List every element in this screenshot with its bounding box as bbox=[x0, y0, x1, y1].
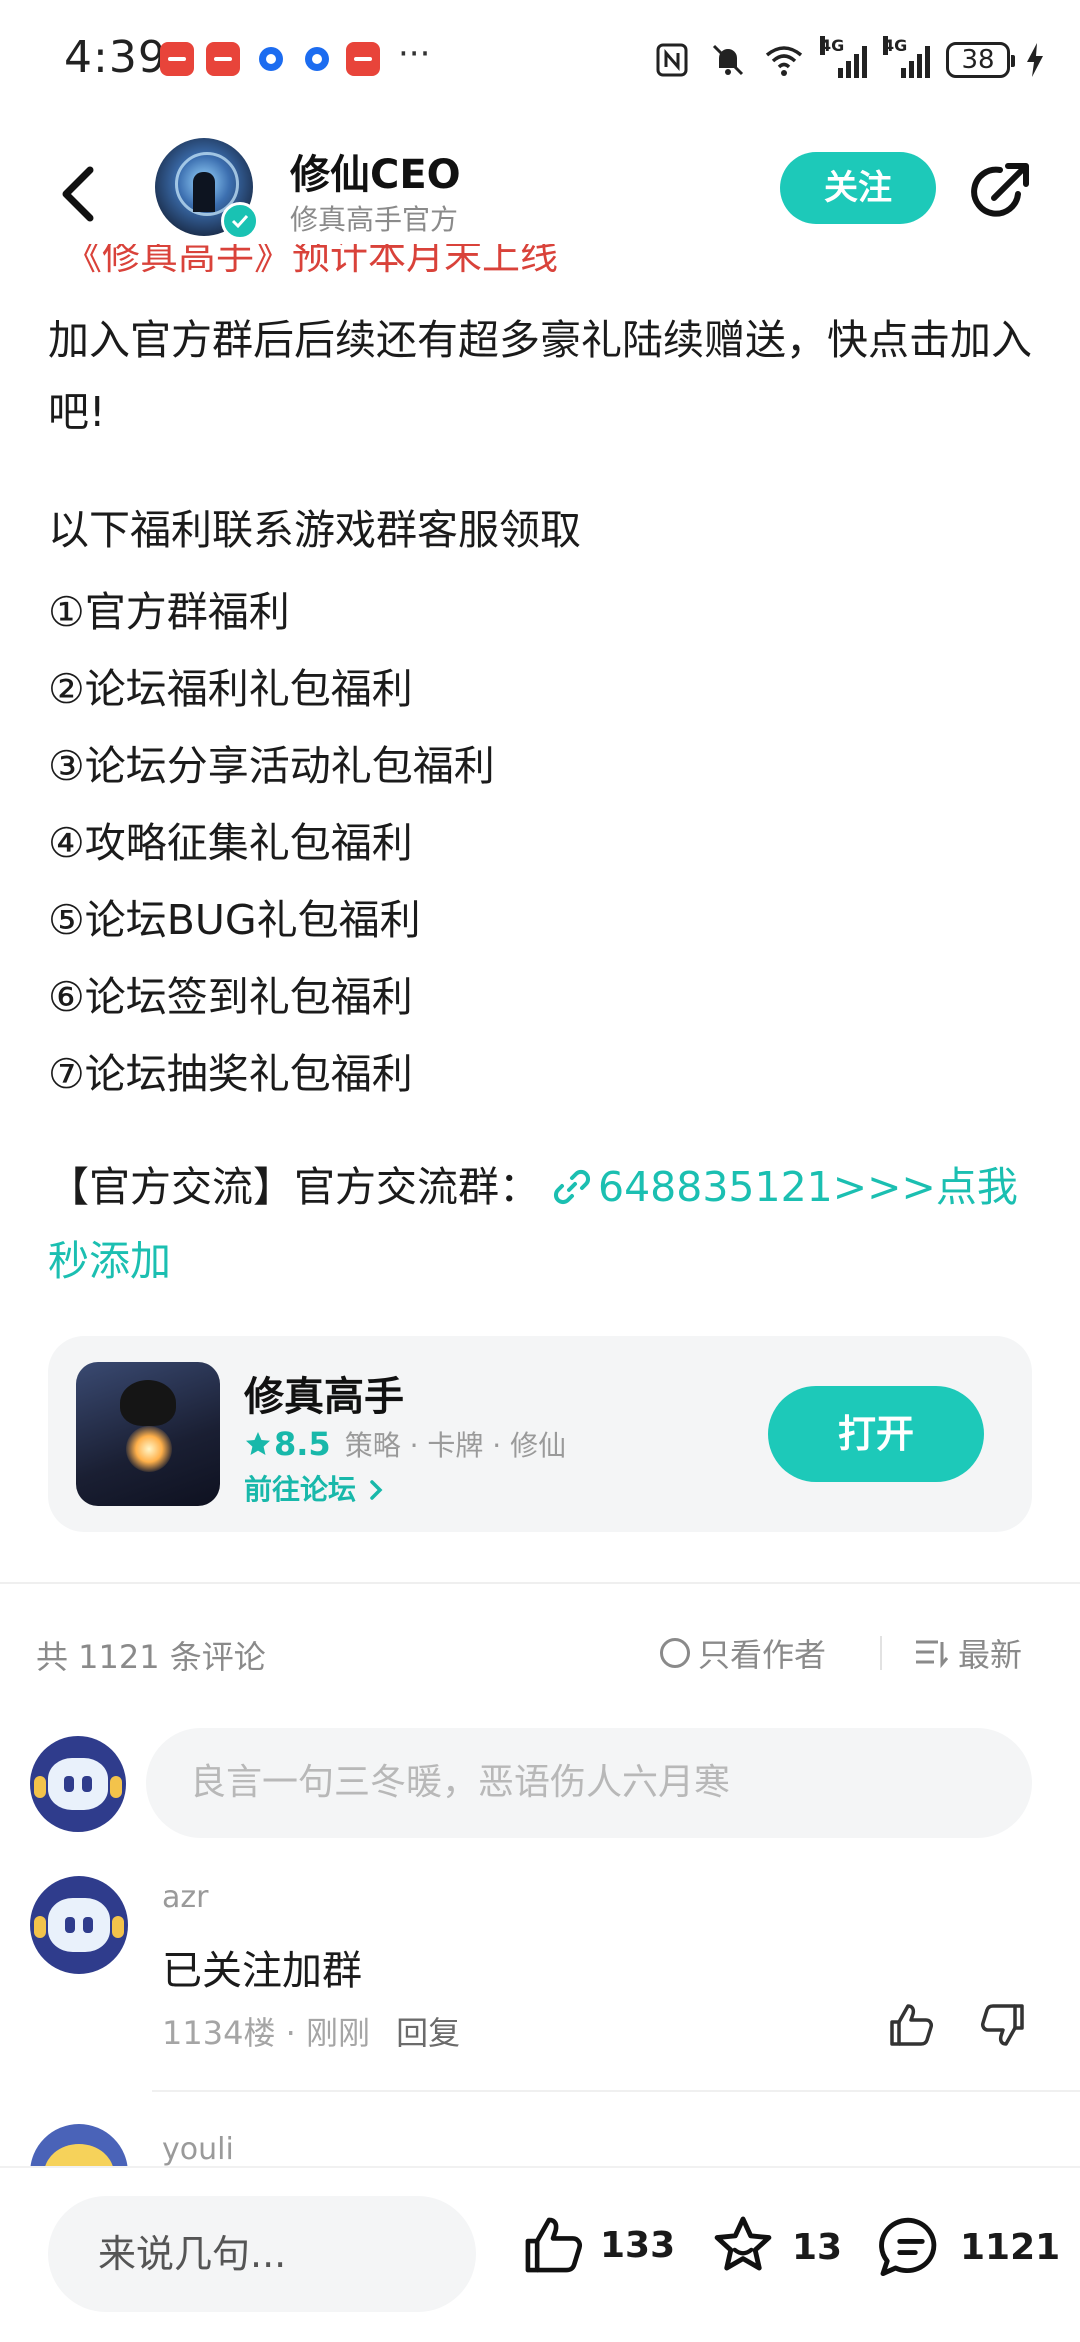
benefit-item: ④攻略征集礼包福利 bbox=[48, 819, 413, 867]
chevron-right-icon bbox=[370, 1480, 383, 1500]
benefit-item: ⑤论坛BUG礼包福利 bbox=[48, 896, 421, 944]
benefit-item: ①官方群福利 bbox=[48, 588, 290, 636]
author-only-label: 只看作者 bbox=[698, 1636, 827, 1674]
battery-icon: 38 bbox=[946, 42, 1015, 78]
benefit-item: ③论坛分享活动礼包福利 bbox=[48, 742, 495, 790]
favorite-button[interactable]: 13 bbox=[708, 2212, 842, 2282]
verified-badge-icon bbox=[221, 202, 259, 240]
commenter-name[interactable]: youli bbox=[162, 2132, 234, 2167]
sort-dropdown[interactable]: 最新 bbox=[914, 1630, 1022, 1676]
contact-paragraph: 【官方交流】官方交流群： 648835121>>>点我秒添加 bbox=[48, 1150, 1038, 1298]
comment-meta: 1134楼 · 刚刚 回复 bbox=[162, 2008, 460, 2054]
status-bar: 4:39 ··· 4G 4G 38 bbox=[0, 0, 1080, 120]
filter-divider bbox=[880, 1636, 882, 1670]
like-button[interactable]: 133 bbox=[520, 2212, 675, 2278]
thumbs-up-icon bbox=[525, 2217, 583, 2273]
forum-link-label: 前往论坛 bbox=[244, 1473, 357, 1506]
highlight-text: 《修真高手》预计本月末上线 bbox=[64, 244, 559, 278]
cellular-signal-icon: 4G bbox=[883, 36, 930, 78]
app-notification-icon bbox=[254, 42, 288, 76]
game-tags: 策略 · 卡牌 · 修仙 bbox=[344, 1429, 567, 1462]
rating-value: 8.5 bbox=[274, 1425, 331, 1463]
charging-bolt-icon bbox=[1027, 43, 1043, 77]
like-count: 133 bbox=[600, 2224, 676, 2266]
huawei-store-notification-icon bbox=[160, 42, 194, 76]
open-game-button[interactable]: 打开 bbox=[768, 1386, 984, 1482]
article-paragraph: 以下福利联系游戏群客服领取 bbox=[48, 506, 581, 554]
share-icon[interactable] bbox=[968, 158, 1034, 224]
game-rating: 8.5 bbox=[244, 1425, 331, 1463]
app-notification-icon bbox=[300, 42, 334, 76]
go-to-forum-link[interactable]: 前往论坛 bbox=[244, 1468, 386, 1508]
sort-label: 最新 bbox=[958, 1636, 1023, 1674]
benefit-item: ②论坛福利礼包福利 bbox=[48, 665, 413, 713]
game-meta: 8.5 策略 · 卡牌 · 修仙 bbox=[244, 1424, 566, 1464]
radio-icon bbox=[660, 1638, 690, 1668]
mute-bell-icon bbox=[712, 44, 744, 76]
commenter-avatar[interactable] bbox=[30, 1876, 128, 1974]
commenter-name[interactable]: azr bbox=[162, 1880, 208, 1915]
comment-input[interactable]: 良言一句三冬暖，恶语伤人六月寒 bbox=[146, 1728, 1032, 1838]
star-icon bbox=[246, 1432, 270, 1455]
section-divider bbox=[0, 1582, 1080, 1584]
meta-dot: · bbox=[285, 2014, 306, 2052]
status-icons: 4G 4G 38 bbox=[652, 36, 1044, 84]
comment-count-badge: 1121 bbox=[960, 2226, 1061, 2268]
reply-button[interactable]: 回复 bbox=[396, 2014, 460, 2052]
star-icon bbox=[714, 2216, 772, 2271]
follow-button[interactable]: 关注 bbox=[780, 152, 936, 224]
game-card[interactable]: 修真高手 8.5 策略 · 卡牌 · 修仙 前往论坛 打开 bbox=[48, 1336, 1032, 1532]
benefit-item: ⑦论坛抽奖礼包福利 bbox=[48, 1050, 413, 1098]
sort-icon bbox=[916, 1640, 949, 1668]
quick-comment-input[interactable]: 来说几句... bbox=[48, 2196, 476, 2312]
author-only-toggle[interactable]: 只看作者 bbox=[660, 1630, 826, 1676]
benefit-item: ⑥论坛签到礼包福利 bbox=[48, 973, 413, 1021]
article-paragraph: 加入官方群后后续还有超多豪礼陆续赠送，快点击加入吧! bbox=[48, 316, 1032, 436]
wifi-icon bbox=[765, 46, 803, 76]
favorite-count: 13 bbox=[792, 2226, 843, 2268]
more-notifications-icon: ··· bbox=[398, 34, 431, 74]
game-icon bbox=[76, 1362, 220, 1506]
comment-count: 共 1121 条评论 bbox=[36, 1638, 266, 1676]
author-title: 修真高手官方 bbox=[290, 203, 459, 236]
current-user-avatar bbox=[30, 1736, 126, 1832]
thumbs-down-icon[interactable] bbox=[978, 2000, 1028, 2050]
huawei-store-notification-icon bbox=[346, 42, 380, 76]
status-time: 4:39 bbox=[64, 32, 167, 83]
bottom-action-bar: 来说几句... 133 13 1121 bbox=[0, 2166, 1080, 2342]
comment-time: 刚刚 bbox=[305, 2014, 370, 2052]
nfc-icon bbox=[656, 43, 688, 77]
author-name[interactable]: 修仙CEO bbox=[290, 142, 461, 200]
comment-bubble-icon bbox=[879, 2217, 937, 2277]
contact-prefix: 【官方交流】官方交流群： bbox=[48, 1163, 540, 1211]
network-type: 4G bbox=[820, 36, 845, 55]
author-avatar[interactable] bbox=[155, 138, 259, 240]
comments-button[interactable]: 1121 bbox=[876, 2212, 1060, 2282]
comment-divider bbox=[152, 2090, 1080, 2092]
huawei-store-notification-icon bbox=[206, 42, 240, 76]
comment-text: 已关注加群 bbox=[162, 1948, 362, 1994]
cellular-signal-icon: 4G bbox=[820, 36, 867, 78]
article-highlight-text: 《修真高手》预计本月末上线 bbox=[64, 244, 664, 288]
comment-floor: 1134楼 bbox=[162, 2014, 276, 2052]
network-type: 4G bbox=[883, 36, 908, 55]
game-title: 修真高手 bbox=[244, 1374, 404, 1420]
back-arrow-icon[interactable] bbox=[50, 154, 110, 234]
link-icon bbox=[553, 1169, 591, 1205]
thumbs-up-icon[interactable] bbox=[886, 2000, 936, 2050]
